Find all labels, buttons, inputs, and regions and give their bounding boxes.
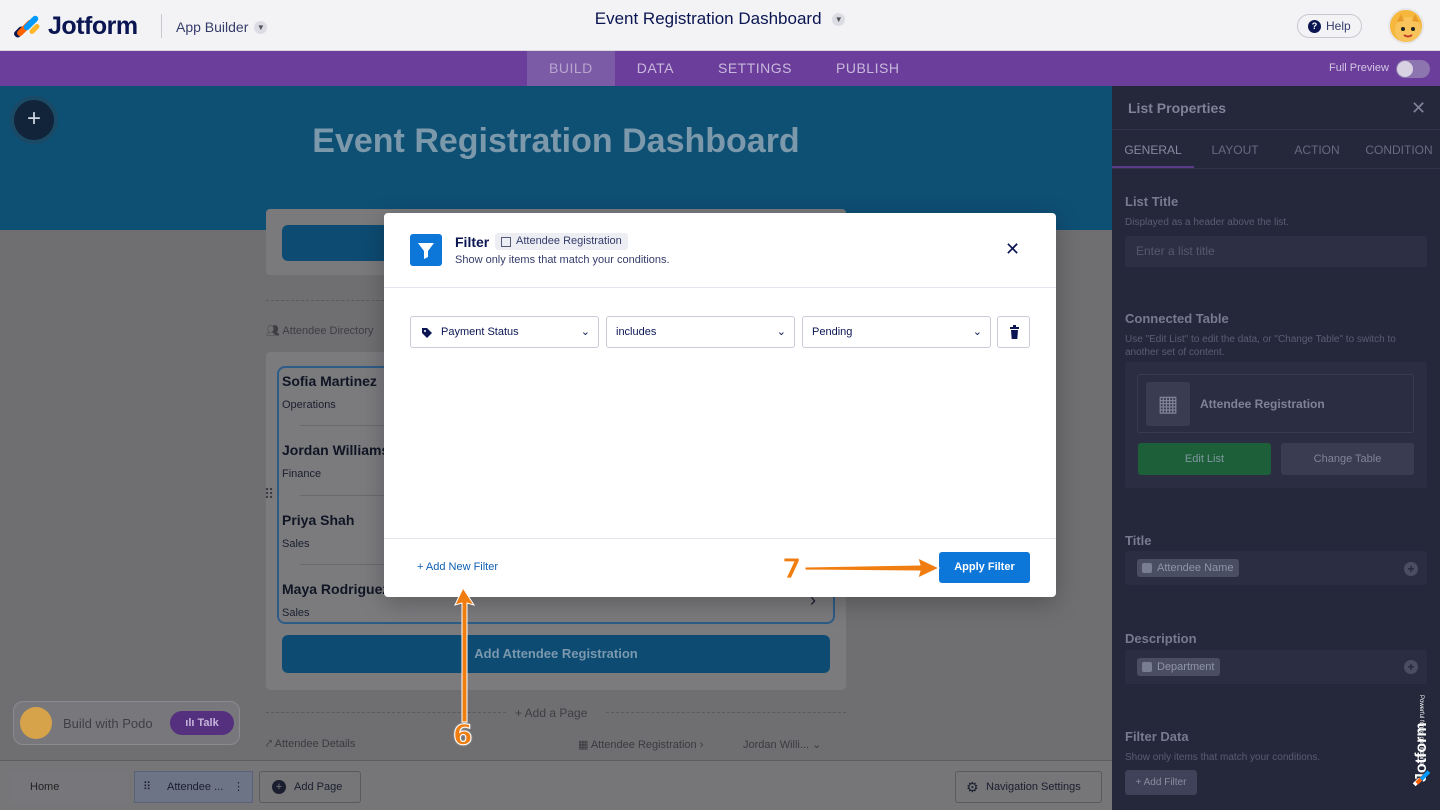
arrow-step-7 [804, 557, 941, 579]
annotation-arrows [454, 557, 941, 723]
annotation-step-6: 6 [452, 718, 473, 752]
annotation-step-7: 7 [781, 552, 802, 586]
arrow-step-6 [454, 586, 476, 723]
